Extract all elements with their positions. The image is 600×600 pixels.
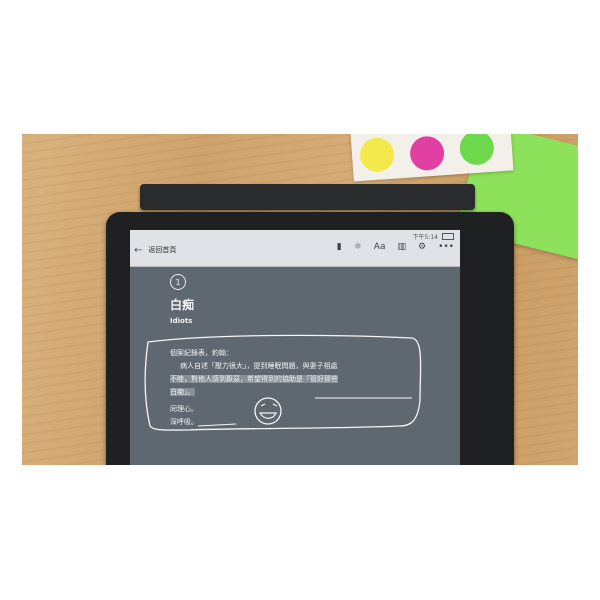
e-reader-screen: 下午5:14 ← 返回首頁 ▮ ☼ Aa ▥ ⚙ ••• 1 白痴 Idiots…: [130, 230, 460, 465]
handwritten-annotation: [144, 334, 422, 431]
device-cover: [140, 184, 475, 210]
photo: 下午5:14 ← 返回首頁 ▮ ☼ Aa ▥ ⚙ ••• 1 白痴 Idiots…: [22, 134, 578, 465]
smiley-face: [254, 397, 282, 425]
underline-stroke: [197, 423, 237, 427]
magenta-sticker: [408, 135, 446, 172]
green-sticker: [458, 134, 495, 167]
smiley-eyes: [260, 403, 278, 407]
annotation-outline: [144, 334, 422, 431]
smiley-mouth: [258, 412, 277, 419]
yellow-sticker: [358, 136, 396, 173]
